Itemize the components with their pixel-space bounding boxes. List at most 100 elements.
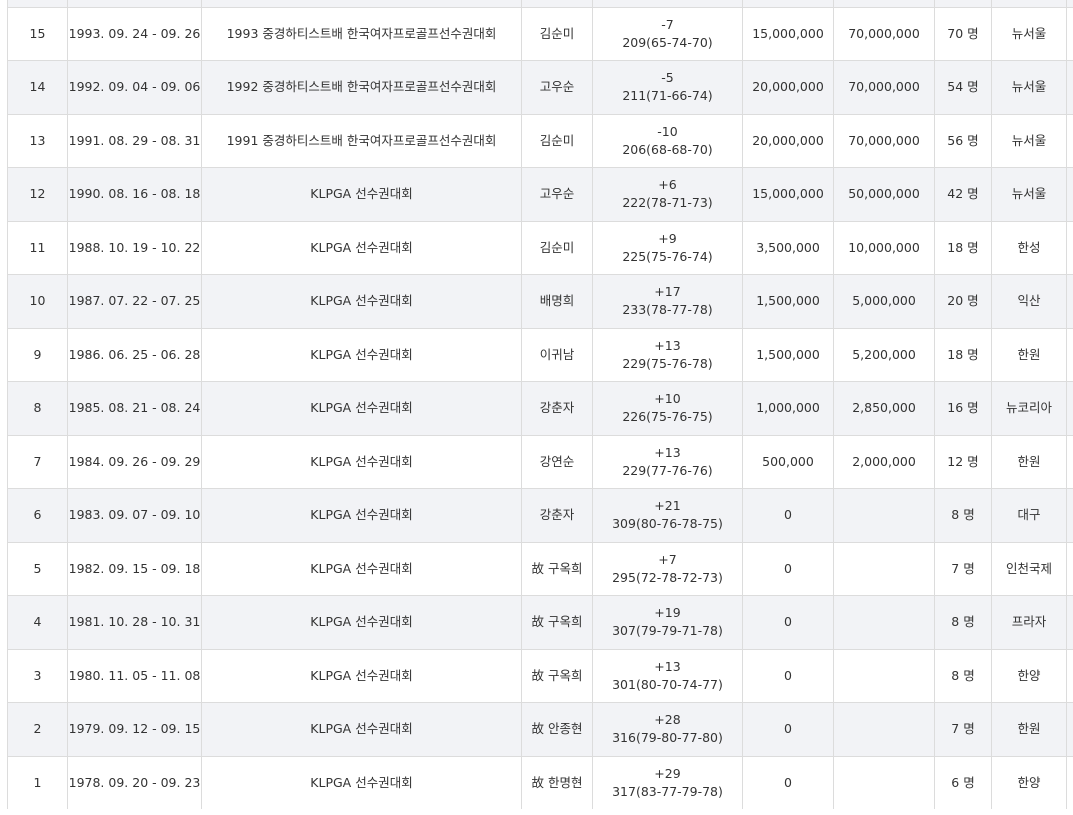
cell-total-prize: 10,000,000 [833,220,935,275]
score-to-par: -7 [661,16,674,32]
cell-extra [1066,702,1073,757]
cell-name: KLPGA 선수권대회 [201,755,522,809]
cell-name: KLPGA 선수권대회 [201,648,522,703]
results-table-container: 16151993. 09. 24 - 09. 261993 중경하티스트배 한국… [7,0,1073,809]
cell-winner: 강연순 [521,434,593,489]
cell-total-prize: 5,200,000 [833,327,935,382]
cell-total-prize: 5,000,000 [833,274,935,329]
cell-winner: 이귀남 [521,327,593,382]
cell-date: 1988. 10. 19 - 10. 22 [67,220,202,275]
cell-prize: 20,000,000 [742,60,834,115]
cell-venue: 한양 [991,755,1067,809]
score-to-par: +13 [654,444,681,460]
cell-venue: 익산 [991,274,1067,329]
cell-prize: 0 [742,595,834,650]
cell-venue: 프라자 [991,595,1067,650]
cell-date: 1978. 09. 20 - 09. 23 [67,755,202,809]
cell-prize: 1,500,000 [742,274,834,329]
cell-name: KLPGA 선수권대회 [201,702,522,757]
score-total: 317(83-77-79-78) [612,783,723,799]
cell-extra [1066,648,1073,703]
cell-winner: 김순미 [521,6,593,61]
score-total: 226(75-76-75) [622,409,713,425]
cell-no: 4 [7,595,68,650]
cell-date: 1982. 09. 15 - 09. 18 [67,541,202,596]
cell-score [592,0,743,8]
cell-score: +10 226(75-76-75) [592,381,743,436]
cell-players: 54 명 [934,60,992,115]
cell-extra [1066,167,1073,222]
cell-players: 8 명 [934,648,992,703]
cell-score: +9 225(75-76-74) [592,220,743,275]
cell-extra [1066,327,1073,382]
cell-venue: 인천국제 [991,541,1067,596]
table-row: 8 1985. 08. 21 - 08. 24 KLPGA 선수권대회 강춘자 +10 2… [7,381,1073,436]
table-row: 6 1983. 09. 07 - 09. 10 KLPGA 선수권대회 강춘자 +21 3… [7,488,1073,543]
cell-players [934,0,992,8]
cell-venue: 뉴서울 [991,113,1067,168]
score-total: 206(68-68-70) [622,141,713,157]
cell-score: +13 229(77-76-76) [592,434,743,489]
score-to-par: +28 [654,712,681,728]
cell-winner: 김순미 [521,113,593,168]
cell-name: KLPGA 선수권대회 [201,381,522,436]
cell-winner: 故 한명현 [521,755,593,809]
cell-date: 1983. 09. 07 - 09. 10 [67,488,202,543]
cell-name: KLPGA 선수권대회 [201,167,522,222]
cell-name: KLPGA 선수권대회 [201,274,522,329]
cell-venue: 뉴서울 [991,167,1067,222]
table-row: 1 1978. 09. 20 - 09. 23 KLPGA 선수권대회 故 한명현 +2… [7,755,1073,809]
score-total: 316(79-80-77-80) [612,730,723,746]
cell-players: 6 명 [934,755,992,809]
cell-date: 1986. 06. 25 - 06. 28 [67,327,202,382]
score-total: 209(65-74-70) [622,34,713,50]
cell-score: +19 307(79-79-71-78) [592,595,743,650]
cell-total-prize [833,702,935,757]
cell-venue: 뉴서울 [991,6,1067,61]
cell-total-prize: 70,000,000 [833,113,935,168]
cell-no: 3 [7,648,68,703]
score-to-par: +7 [658,551,677,567]
cell-extra [1066,755,1073,809]
cell-total-prize [833,595,935,650]
cell-winner: 故 구옥희 [521,648,593,703]
cell-winner: 강춘자 [521,488,593,543]
cell-players: 8 명 [934,595,992,650]
cell-date: 1990. 08. 16 - 08. 18 [67,167,202,222]
score-total: 233(78-77-78) [622,302,713,318]
cell-winner: 고우순 [521,167,593,222]
cell-prize: 15,000,000 [742,6,834,61]
cell-total-prize: 50,000,000 [833,167,935,222]
score-total: 229(75-76-78) [622,355,713,371]
cell-total-prize [833,648,935,703]
cell-no: 14 [7,60,68,115]
table-row: 2 1979. 09. 12 - 09. 15 KLPGA 선수권대회 故 안종현 +2… [7,702,1073,757]
table-row: 13 1991. 08. 29 - 08. 31 1991 중경하티스트배 한국여자… [7,113,1073,168]
cell-score: +17 233(78-77-78) [592,274,743,329]
score-total: 301(80-70-74-77) [612,676,723,692]
cell-date: 1981. 10. 28 - 10. 31 [67,595,202,650]
score-total: 309(80-76-78-75) [612,516,723,532]
cell-no: 16 [7,0,68,8]
cell-players: 8 명 [934,488,992,543]
table-row: 10 1987. 07. 22 - 07. 25 KLPGA 선수권대회 배명희 +17… [7,274,1073,329]
cell-no: 6 [7,488,68,543]
cell-venue: 뉴코리아 [991,381,1067,436]
score-to-par: +19 [654,605,681,621]
cell-no: 1 [7,755,68,809]
cell-venue: 한양 [991,648,1067,703]
score-to-par: -10 [657,123,678,139]
table-row: 16 [7,0,1073,8]
cell-score: +28 316(79-80-77-80) [592,702,743,757]
table-row: 4 1981. 10. 28 - 10. 31 KLPGA 선수권대회 故 구옥희 +1… [7,595,1073,650]
cell-score: -7 209(65-74-70) [592,6,743,61]
cell-winner [521,0,593,8]
cell-name: 1992 중경하티스트배 한국여자프로골프선수권대회 [201,60,522,115]
cell-score: +13 301(80-70-74-77) [592,648,743,703]
cell-total-prize: 2,000,000 [833,434,935,489]
cell-name: KLPGA 선수권대회 [201,220,522,275]
cell-no: 8 [7,381,68,436]
cell-date [67,0,202,8]
table-body: 16151993. 09. 24 - 09. 261993 중경하티스트배 한국… [7,0,1073,809]
score-to-par: +10 [654,391,681,407]
